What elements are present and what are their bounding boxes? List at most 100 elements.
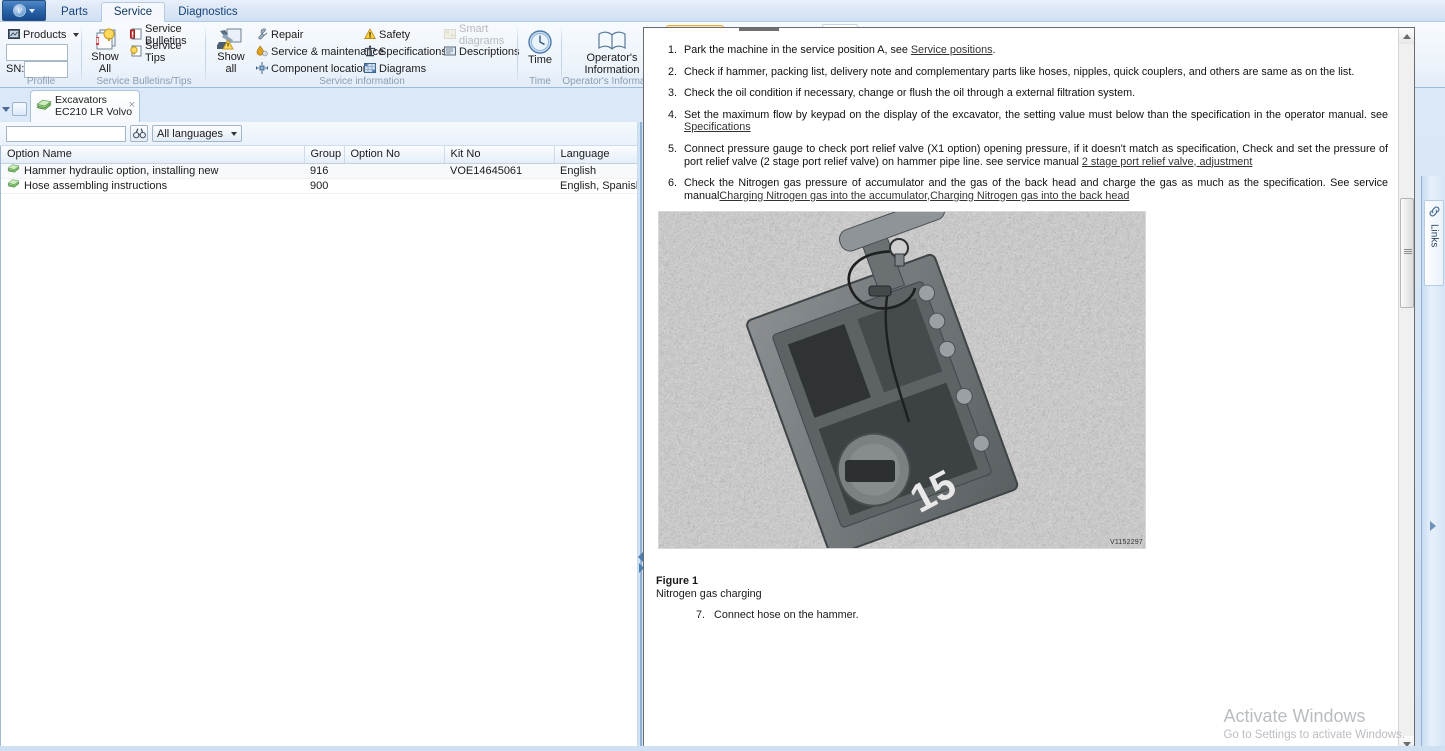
cell-option-no bbox=[344, 163, 444, 179]
cell-kit-no bbox=[444, 178, 554, 194]
application-window: v Parts Service Diagnostics Products SN: bbox=[0, 0, 1445, 751]
document-content: Park the machine in the service position… bbox=[644, 28, 1400, 751]
service-info-stack-icon bbox=[217, 28, 242, 50]
show-all-label: Show All bbox=[91, 51, 119, 75]
column-header-option-no[interactable]: Option No bbox=[344, 146, 445, 164]
procedure-step: Set the maximum flow by keypad on the di… bbox=[680, 109, 1388, 134]
procedure-step: Check if hammer, packing list, delivery … bbox=[680, 66, 1388, 79]
links-rail: Links bbox=[1421, 176, 1445, 751]
step-text: Check if hammer, packing list, delivery … bbox=[684, 65, 1355, 78]
step-number: 7. bbox=[696, 608, 706, 621]
expand-links-arrow-icon[interactable] bbox=[1430, 521, 1436, 531]
tip-icon bbox=[130, 45, 142, 60]
descriptions-item[interactable]: Descriptions bbox=[442, 44, 522, 60]
book-icon bbox=[598, 31, 626, 50]
table-header-row: Option Name Group Option No Kit No Langu… bbox=[1, 146, 639, 164]
step-text: Connect hose on the hammer. bbox=[714, 608, 859, 621]
ribbon-tab-diagnostics[interactable]: Diagnostics bbox=[165, 2, 250, 22]
step-text: Connect pressure gauge to check port rel… bbox=[684, 142, 1388, 168]
ribbon-tab-parts[interactable]: Parts bbox=[48, 2, 101, 22]
repair-item[interactable]: Repair bbox=[254, 27, 305, 43]
tab-nav-controls[interactable] bbox=[2, 102, 27, 116]
application-menu-button[interactable]: v bbox=[2, 0, 46, 21]
cell-language: English bbox=[554, 163, 638, 179]
link-charging-nitrogen-accumulator[interactable]: Charging Nitrogen gas into the accumulat… bbox=[719, 190, 930, 202]
item-label: Component location bbox=[271, 63, 369, 75]
links-icon bbox=[1428, 205, 1441, 221]
figure-subtitle: Nitrogen gas charging bbox=[656, 587, 762, 600]
scrollbar-thumb[interactable] bbox=[1400, 198, 1414, 308]
link-2-stage-port-relief-valve-adjustment[interactable]: 2 stage port relief valve, adjustment bbox=[1082, 156, 1252, 168]
column-header-language[interactable]: Language bbox=[554, 146, 639, 164]
cell-option-name: Hose assembling instructions bbox=[1, 178, 304, 194]
show-all-label: Show all bbox=[217, 51, 245, 75]
chevron-up-icon bbox=[1403, 33, 1411, 39]
column-header-option-name[interactable]: Option Name bbox=[1, 146, 305, 164]
table-row[interactable]: Hose assembling instructions 900 English… bbox=[1, 178, 638, 194]
tab-list-button[interactable] bbox=[12, 102, 27, 116]
description-icon bbox=[444, 45, 456, 60]
options-grid: Option Name Group Option No Kit No Langu… bbox=[0, 146, 639, 751]
show-all-service-info-button[interactable]: Show all bbox=[212, 25, 250, 75]
products-icon bbox=[8, 28, 20, 43]
figure-image: 15 V1152297 bbox=[658, 211, 1146, 550]
options-table: Option Name Group Option No Kit No Langu… bbox=[1, 146, 639, 194]
figure-title: Figure 1 bbox=[656, 575, 698, 588]
step-text: Check the oil condition if necessary, ch… bbox=[684, 87, 1136, 100]
products-label: Products bbox=[23, 29, 67, 41]
ribbon-group-profile: Products SN: Profile bbox=[0, 22, 82, 88]
document-viewer: Park the machine in the service position… bbox=[643, 27, 1415, 751]
item-label: Diagrams bbox=[379, 63, 427, 75]
document-tab-excavators[interactable]: Excavators EC210 LR Volvo × bbox=[30, 90, 140, 122]
cell-kit-no: VOE14645061 bbox=[444, 163, 554, 179]
time-label: Time bbox=[527, 54, 553, 66]
service-tips-item[interactable]: Service Tips bbox=[128, 40, 206, 64]
ribbon-tab-label: Parts bbox=[61, 5, 88, 18]
item-label: Specifications bbox=[379, 46, 447, 58]
link-specifications[interactable]: Specifications bbox=[684, 121, 751, 133]
specifications-item[interactable]: Specifications bbox=[362, 44, 449, 60]
links-tab[interactable]: Links bbox=[1424, 200, 1444, 286]
show-all-bulletins-button[interactable]: Show All bbox=[86, 25, 124, 75]
column-header-group[interactable]: Group bbox=[304, 146, 345, 164]
table-row[interactable]: Hammer hydraulic option, installing new … bbox=[1, 163, 638, 179]
smart-diagram-icon bbox=[444, 28, 456, 43]
close-icon[interactable]: × bbox=[129, 99, 135, 111]
left-pane: All languages Option Name Group Option N… bbox=[0, 122, 639, 751]
ribbon-group-label: Time bbox=[529, 76, 551, 87]
operators-information-button[interactable]: Operator's Information bbox=[578, 26, 646, 76]
ribbon-group-service-bulletins-tips: Show All Service Bulletins Service Tips bbox=[82, 22, 206, 88]
diagrams-item[interactable]: Diagrams bbox=[362, 61, 428, 77]
step-text: Set the maximum flow by keypad on the di… bbox=[684, 108, 1388, 121]
step-text: Park the machine in the service position… bbox=[684, 44, 911, 56]
item-label: Service Tips bbox=[145, 40, 182, 64]
procedure-step: Connect pressure gauge to check port rel… bbox=[680, 143, 1388, 168]
smart-diagrams-item[interactable]: Smart diagrams bbox=[442, 23, 518, 47]
document-scrollbar[interactable] bbox=[1398, 28, 1414, 751]
figure-caption: Figure 1 Nitrogen gas charging bbox=[656, 575, 1388, 600]
language-filter-dropdown[interactable]: All languages bbox=[152, 125, 243, 142]
chevron-down-icon[interactable] bbox=[2, 106, 10, 112]
link-service-positions[interactable]: Service positions bbox=[911, 44, 993, 56]
item-label: Safety bbox=[379, 29, 411, 41]
search-input[interactable] bbox=[6, 125, 126, 142]
ribbon-tab-service[interactable]: Service bbox=[100, 2, 166, 22]
time-button[interactable]: Time bbox=[522, 26, 558, 67]
hammer-photo-graphic: 15 bbox=[659, 212, 1145, 549]
products-dropdown[interactable]: Products bbox=[6, 27, 81, 43]
scrollbar-grip-icon bbox=[1404, 249, 1412, 255]
find-button[interactable] bbox=[130, 125, 148, 142]
link-charging-nitrogen-back-head[interactable]: Charging Nitrogen gas into the back head bbox=[930, 190, 1129, 202]
sn-label: SN: bbox=[6, 63, 25, 75]
safety-item[interactable]: Safety bbox=[362, 27, 412, 43]
scroll-up-button[interactable] bbox=[1399, 28, 1414, 44]
ribbon-tab-label: Diagnostics bbox=[178, 5, 238, 18]
component-location-item[interactable]: Component location bbox=[254, 61, 371, 77]
ribbon-group-label: Profile bbox=[26, 76, 56, 87]
warning-triangle-icon bbox=[364, 27, 376, 43]
ribbon-tab-strip: v Parts Service Diagnostics bbox=[0, 0, 1445, 22]
column-header-kit-no[interactable]: Kit No bbox=[444, 146, 555, 164]
ribbon-tabs: Parts Service Diagnostics bbox=[48, 0, 251, 22]
product-input[interactable] bbox=[6, 44, 68, 61]
oil-drop-icon bbox=[256, 44, 268, 60]
